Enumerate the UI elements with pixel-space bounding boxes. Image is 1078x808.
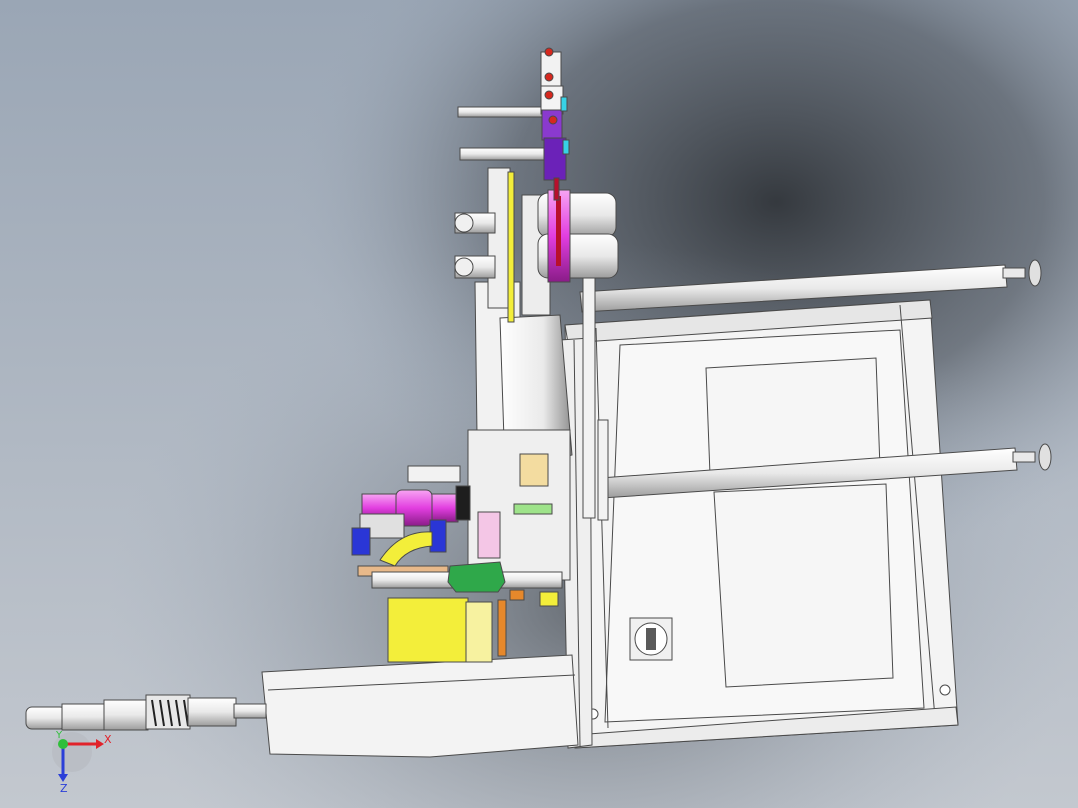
yellow-base-side: [465, 601, 493, 663]
rod-post: [582, 277, 596, 519]
upper-rod-end: [1002, 267, 1026, 279]
cabinet-foot: [939, 684, 951, 696]
yellow-base: [387, 597, 469, 663]
thin-rod: [457, 106, 545, 118]
green-strip: [513, 503, 553, 515]
pink-block: [477, 511, 501, 559]
base-housing: [261, 654, 579, 758]
actuator-pin: [544, 47, 554, 57]
mechanism-bracket: [407, 465, 461, 483]
actuator-pin: [548, 115, 558, 125]
z-axis-label: Z: [60, 782, 68, 795]
actuator-pin: [544, 90, 554, 100]
mechanism-plate: [487, 167, 511, 309]
cad-viewport[interactable]: X Y Z: [0, 0, 1078, 808]
tan-block: [519, 453, 549, 487]
lower-rod-end: [1012, 451, 1036, 463]
lower-rod-knob[interactable]: [1038, 443, 1052, 471]
actuator-cyan: [562, 139, 570, 155]
actuator-purple: [541, 109, 563, 141]
actuator-cyan: [560, 96, 568, 112]
black-collar: [455, 485, 471, 521]
orange-strip: [497, 599, 507, 657]
shaft-segment: [187, 697, 237, 727]
actuator-top: [540, 51, 562, 89]
magenta-slider-slot: [556, 196, 561, 266]
rod-block-end: [454, 213, 474, 233]
cabinet-window-lower: [713, 483, 894, 688]
shaft-segment: [233, 703, 267, 719]
upper-rod-knob[interactable]: [1028, 259, 1042, 287]
actuator-pin: [544, 72, 554, 82]
x-axis-label: X: [104, 733, 112, 746]
cabinet-window-upper: [705, 357, 881, 476]
y-axis-label: Y: [55, 730, 63, 741]
rod-post: [597, 419, 609, 521]
orange-pad: [509, 589, 525, 601]
shaft-segment: [103, 699, 149, 731]
shaft-segment: [25, 706, 67, 730]
yellow-pad: [539, 591, 559, 607]
thin-rod: [459, 147, 547, 161]
shaft-segment: [61, 703, 109, 731]
green-clamp: [447, 561, 506, 593]
actuator-rod: [553, 177, 560, 201]
rod-block-end: [454, 257, 474, 277]
yellow-strip: [507, 171, 515, 323]
rotary-switch-knob: [646, 628, 656, 650]
blue-bracket-left: [351, 527, 371, 556]
